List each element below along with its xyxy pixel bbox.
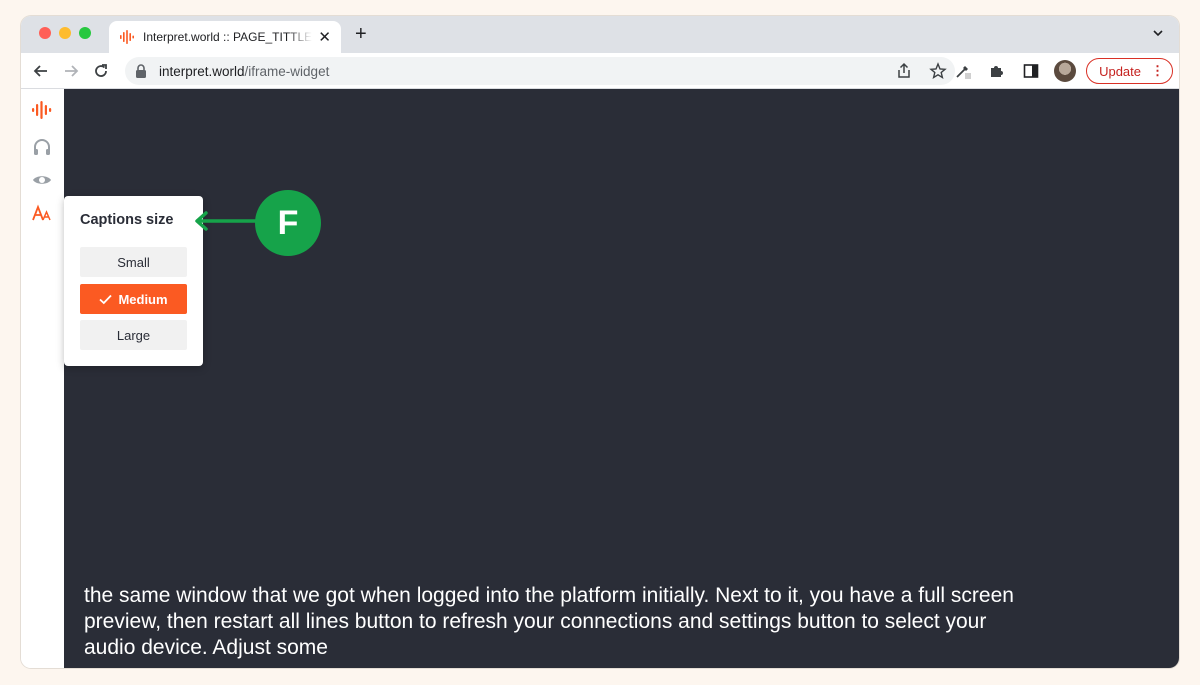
lock-icon (136, 64, 146, 78)
caption-size-medium-button[interactable]: Medium (80, 284, 187, 314)
update-button[interactable]: Update ⋮ (1086, 58, 1173, 84)
annotation-arrow-icon (195, 211, 257, 231)
caption-size-small-button[interactable]: Small (80, 247, 187, 277)
address-bar[interactable]: interpret.world/iframe-widget (125, 57, 955, 85)
update-label: Update (1099, 63, 1141, 79)
url-text: interpret.world/iframe-widget (159, 64, 329, 79)
eyedropper-extension-icon[interactable] (954, 62, 972, 80)
tab-strip: Interpret.world :: PAGE_TITTLE ✕ + (21, 16, 1179, 53)
browser-toolbar: interpret.world/iframe-widget Update ⋮ (21, 53, 1179, 89)
widget-sidebar (21, 89, 64, 668)
share-icon[interactable] (895, 62, 913, 80)
url-host: interpret.world (159, 63, 245, 79)
live-captions: the same window that we got when logged … (84, 583, 1164, 661)
caption-stage (64, 89, 1179, 668)
reload-icon[interactable] (91, 61, 111, 81)
more-menu-icon: ⋮ (1151, 63, 1164, 78)
url-path: /iframe-widget (244, 63, 330, 79)
minimize-window-button[interactable] (59, 27, 71, 39)
captions-size-popup: Captions size Small Medium Large (64, 196, 203, 366)
interpret-logo-icon (32, 101, 52, 119)
caption-size-large-button[interactable]: Large (80, 320, 187, 350)
side-panel-icon[interactable] (1022, 62, 1040, 80)
caption-line: preview, then restart all lines button t… (84, 610, 987, 633)
tab-title: Interpret.world :: PAGE_TITTLE (143, 30, 313, 44)
size-option-label: Small (117, 254, 150, 270)
eye-icon[interactable] (31, 169, 53, 191)
size-option-label: Medium (118, 291, 168, 307)
extensions-puzzle-icon[interactable] (988, 62, 1006, 80)
back-arrow-icon[interactable] (31, 61, 51, 81)
new-tab-button[interactable]: + (355, 23, 367, 46)
popup-title: Captions size (80, 212, 174, 228)
browser-tab[interactable]: Interpret.world :: PAGE_TITTLE ✕ (109, 21, 341, 53)
checkmark-icon (99, 294, 113, 304)
headphones-icon[interactable] (31, 136, 53, 158)
maximize-window-button[interactable] (79, 27, 91, 39)
annotation-badge: F (255, 190, 321, 256)
bookmark-star-icon[interactable] (929, 62, 947, 80)
size-option-label: Large (116, 327, 151, 343)
interpret-favicon-icon (120, 30, 134, 44)
caption-line: the same window that we got when logged … (84, 584, 1014, 607)
tab-close-icon[interactable]: ✕ (318, 28, 331, 46)
forward-arrow-icon[interactable] (61, 61, 81, 81)
caption-line: audio device. Adjust some (84, 636, 328, 659)
tab-search-chevron-icon[interactable] (1151, 26, 1165, 40)
profile-avatar[interactable] (1054, 60, 1077, 82)
close-window-button[interactable] (39, 27, 51, 39)
text-size-icon[interactable] (31, 203, 53, 225)
